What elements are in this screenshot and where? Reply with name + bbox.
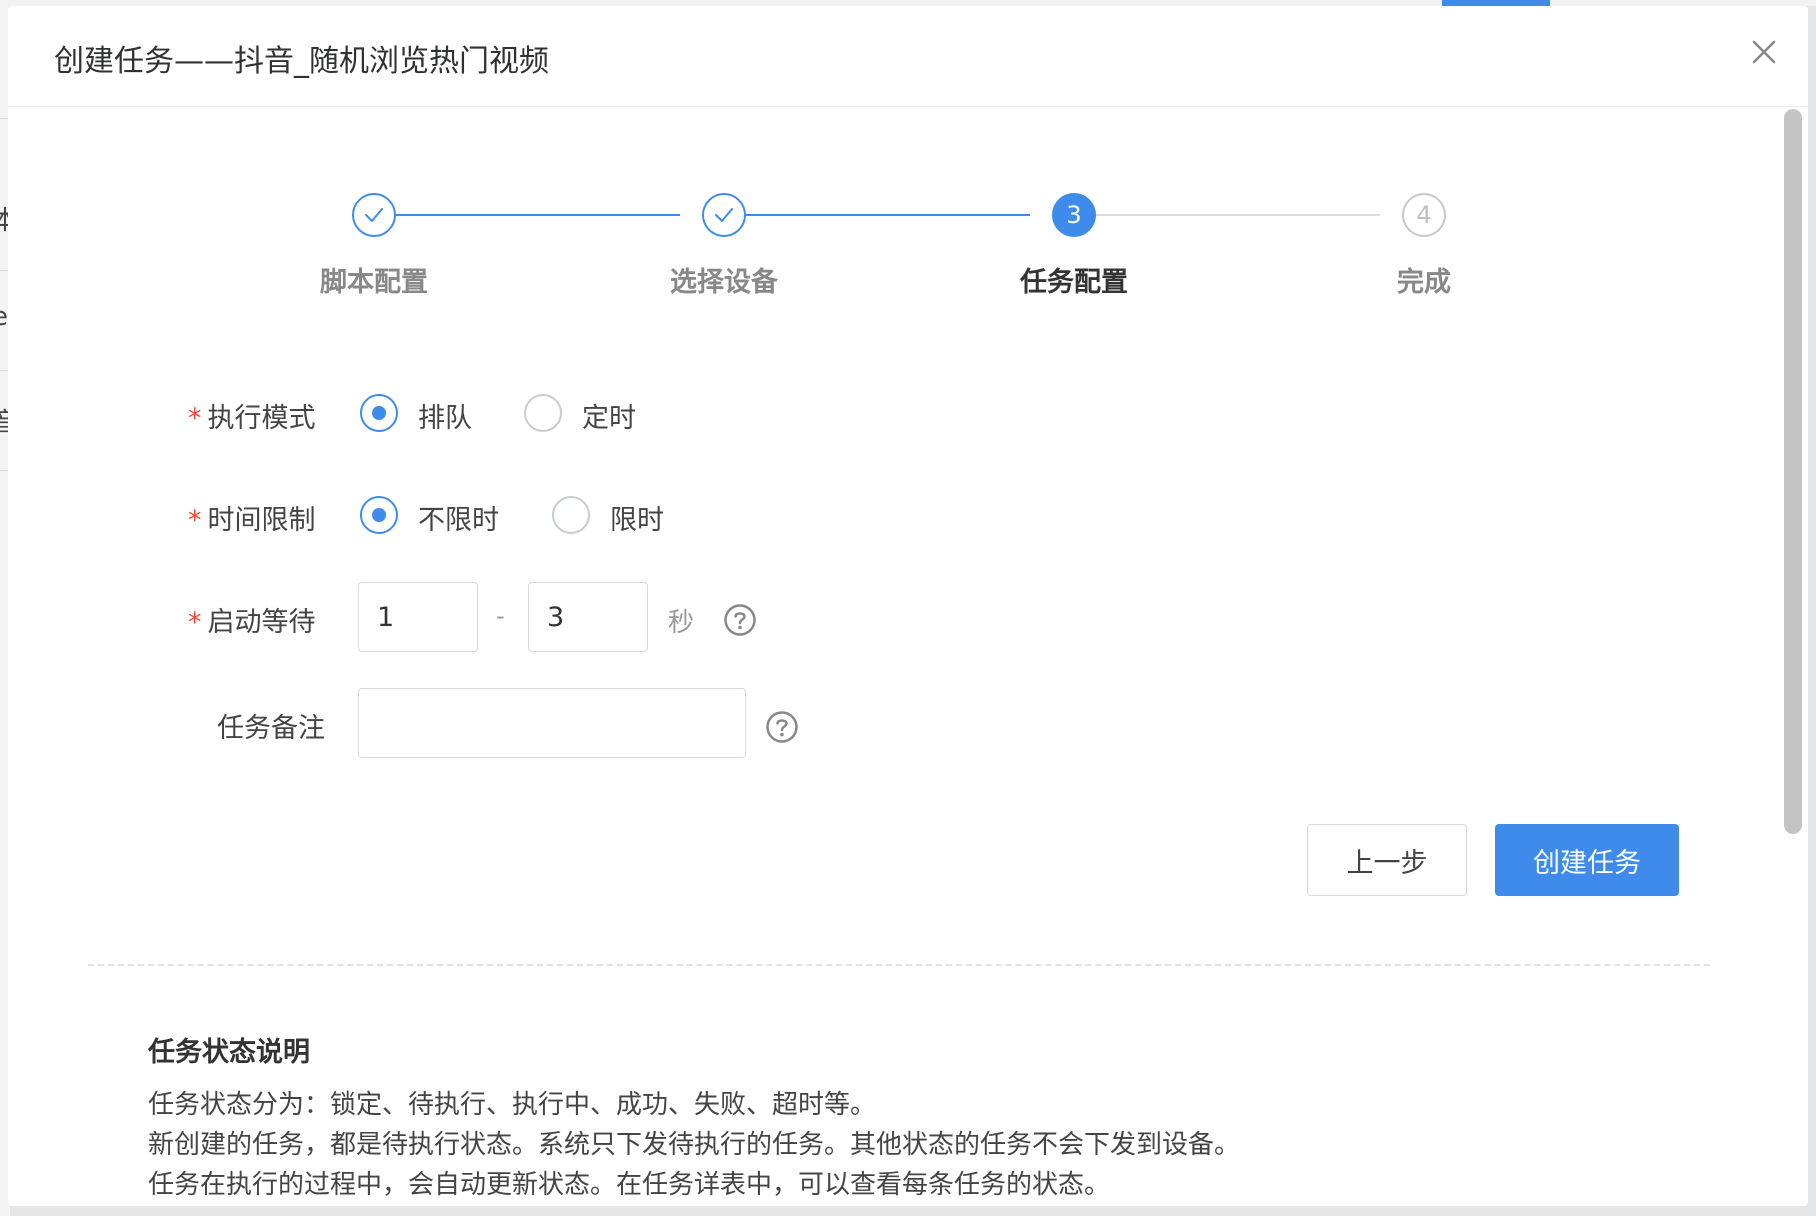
step-3-label: 任务配置 bbox=[1020, 267, 1128, 298]
prev-step-button[interactable]: 上一步 bbox=[1307, 824, 1467, 896]
note-line: 任务在执行的过程中，会自动更新状态。在任务详表中，可以查看每条任务的状态。 bbox=[148, 1170, 1111, 1200]
time-limit-unlimited-radio[interactable] bbox=[360, 496, 398, 534]
start-wait-max-input[interactable] bbox=[528, 582, 648, 652]
required-mark: * bbox=[188, 505, 202, 536]
section-divider bbox=[88, 964, 1710, 966]
step-1-label: 脚本配置 bbox=[320, 267, 428, 298]
step-1-check-icon bbox=[352, 193, 396, 237]
exec-mode-scheduled-radio[interactable] bbox=[524, 394, 562, 432]
close-icon[interactable] bbox=[1748, 36, 1780, 68]
dialog-header: 创建任务——抖音_随机浏览热门视频 bbox=[8, 6, 1808, 107]
step-2-label: 选择设备 bbox=[670, 267, 778, 298]
time-limit-unlimited-label[interactable]: 不限时 bbox=[418, 498, 499, 537]
time-limit-limited-label[interactable]: 限时 bbox=[610, 498, 664, 537]
note-line: 任务状态分为：锁定、待执行、执行中、成功、失败、超时等。 bbox=[148, 1090, 877, 1120]
step-connector bbox=[374, 214, 680, 216]
start-wait-help-icon[interactable] bbox=[723, 603, 757, 637]
create-task-dialog: 创建任务——抖音_随机浏览热门视频 3 4 脚本配置 选择设备 任务配置 完成 … bbox=[8, 6, 1808, 1206]
remark-input[interactable] bbox=[358, 688, 746, 758]
dialog-scrollbar[interactable] bbox=[1784, 109, 1802, 834]
required-mark: * bbox=[188, 403, 202, 434]
step-2-check-icon bbox=[702, 193, 746, 237]
step-4-label: 完成 bbox=[1397, 267, 1451, 298]
start-wait-label: * 启动等待 bbox=[188, 607, 316, 638]
exec-mode-queue-radio[interactable] bbox=[360, 394, 398, 432]
step-4-number: 4 bbox=[1402, 193, 1446, 237]
create-task-button[interactable]: 创建任务 bbox=[1495, 824, 1679, 896]
remark-help-icon[interactable] bbox=[765, 710, 799, 744]
exec-mode-label: * 执行模式 bbox=[188, 403, 316, 434]
remark-label: 任务备注 bbox=[217, 713, 325, 744]
step-connector bbox=[1074, 214, 1380, 216]
exec-mode-queue-label[interactable]: 排队 bbox=[418, 396, 472, 435]
time-limit-label: * 时间限制 bbox=[188, 505, 316, 536]
dialog-title: 创建任务——抖音_随机浏览热门视频 bbox=[54, 44, 549, 79]
seconds-unit: 秒 bbox=[668, 608, 695, 638]
range-separator: - bbox=[496, 602, 505, 630]
step-3-number: 3 bbox=[1052, 193, 1096, 237]
exec-mode-scheduled-label[interactable]: 定时 bbox=[582, 396, 636, 435]
required-mark: * bbox=[188, 607, 202, 638]
time-limit-limited-radio[interactable] bbox=[552, 496, 590, 534]
step-connector bbox=[724, 214, 1030, 216]
background-text: e bbox=[0, 302, 8, 332]
start-wait-min-input[interactable] bbox=[358, 582, 478, 652]
note-title: 任务状态说明 bbox=[148, 1037, 310, 1068]
note-line: 新创建的任务，都是待执行状态。系统只下发待执行的任务。其他状态的任务不会下发到设… bbox=[148, 1130, 1241, 1160]
